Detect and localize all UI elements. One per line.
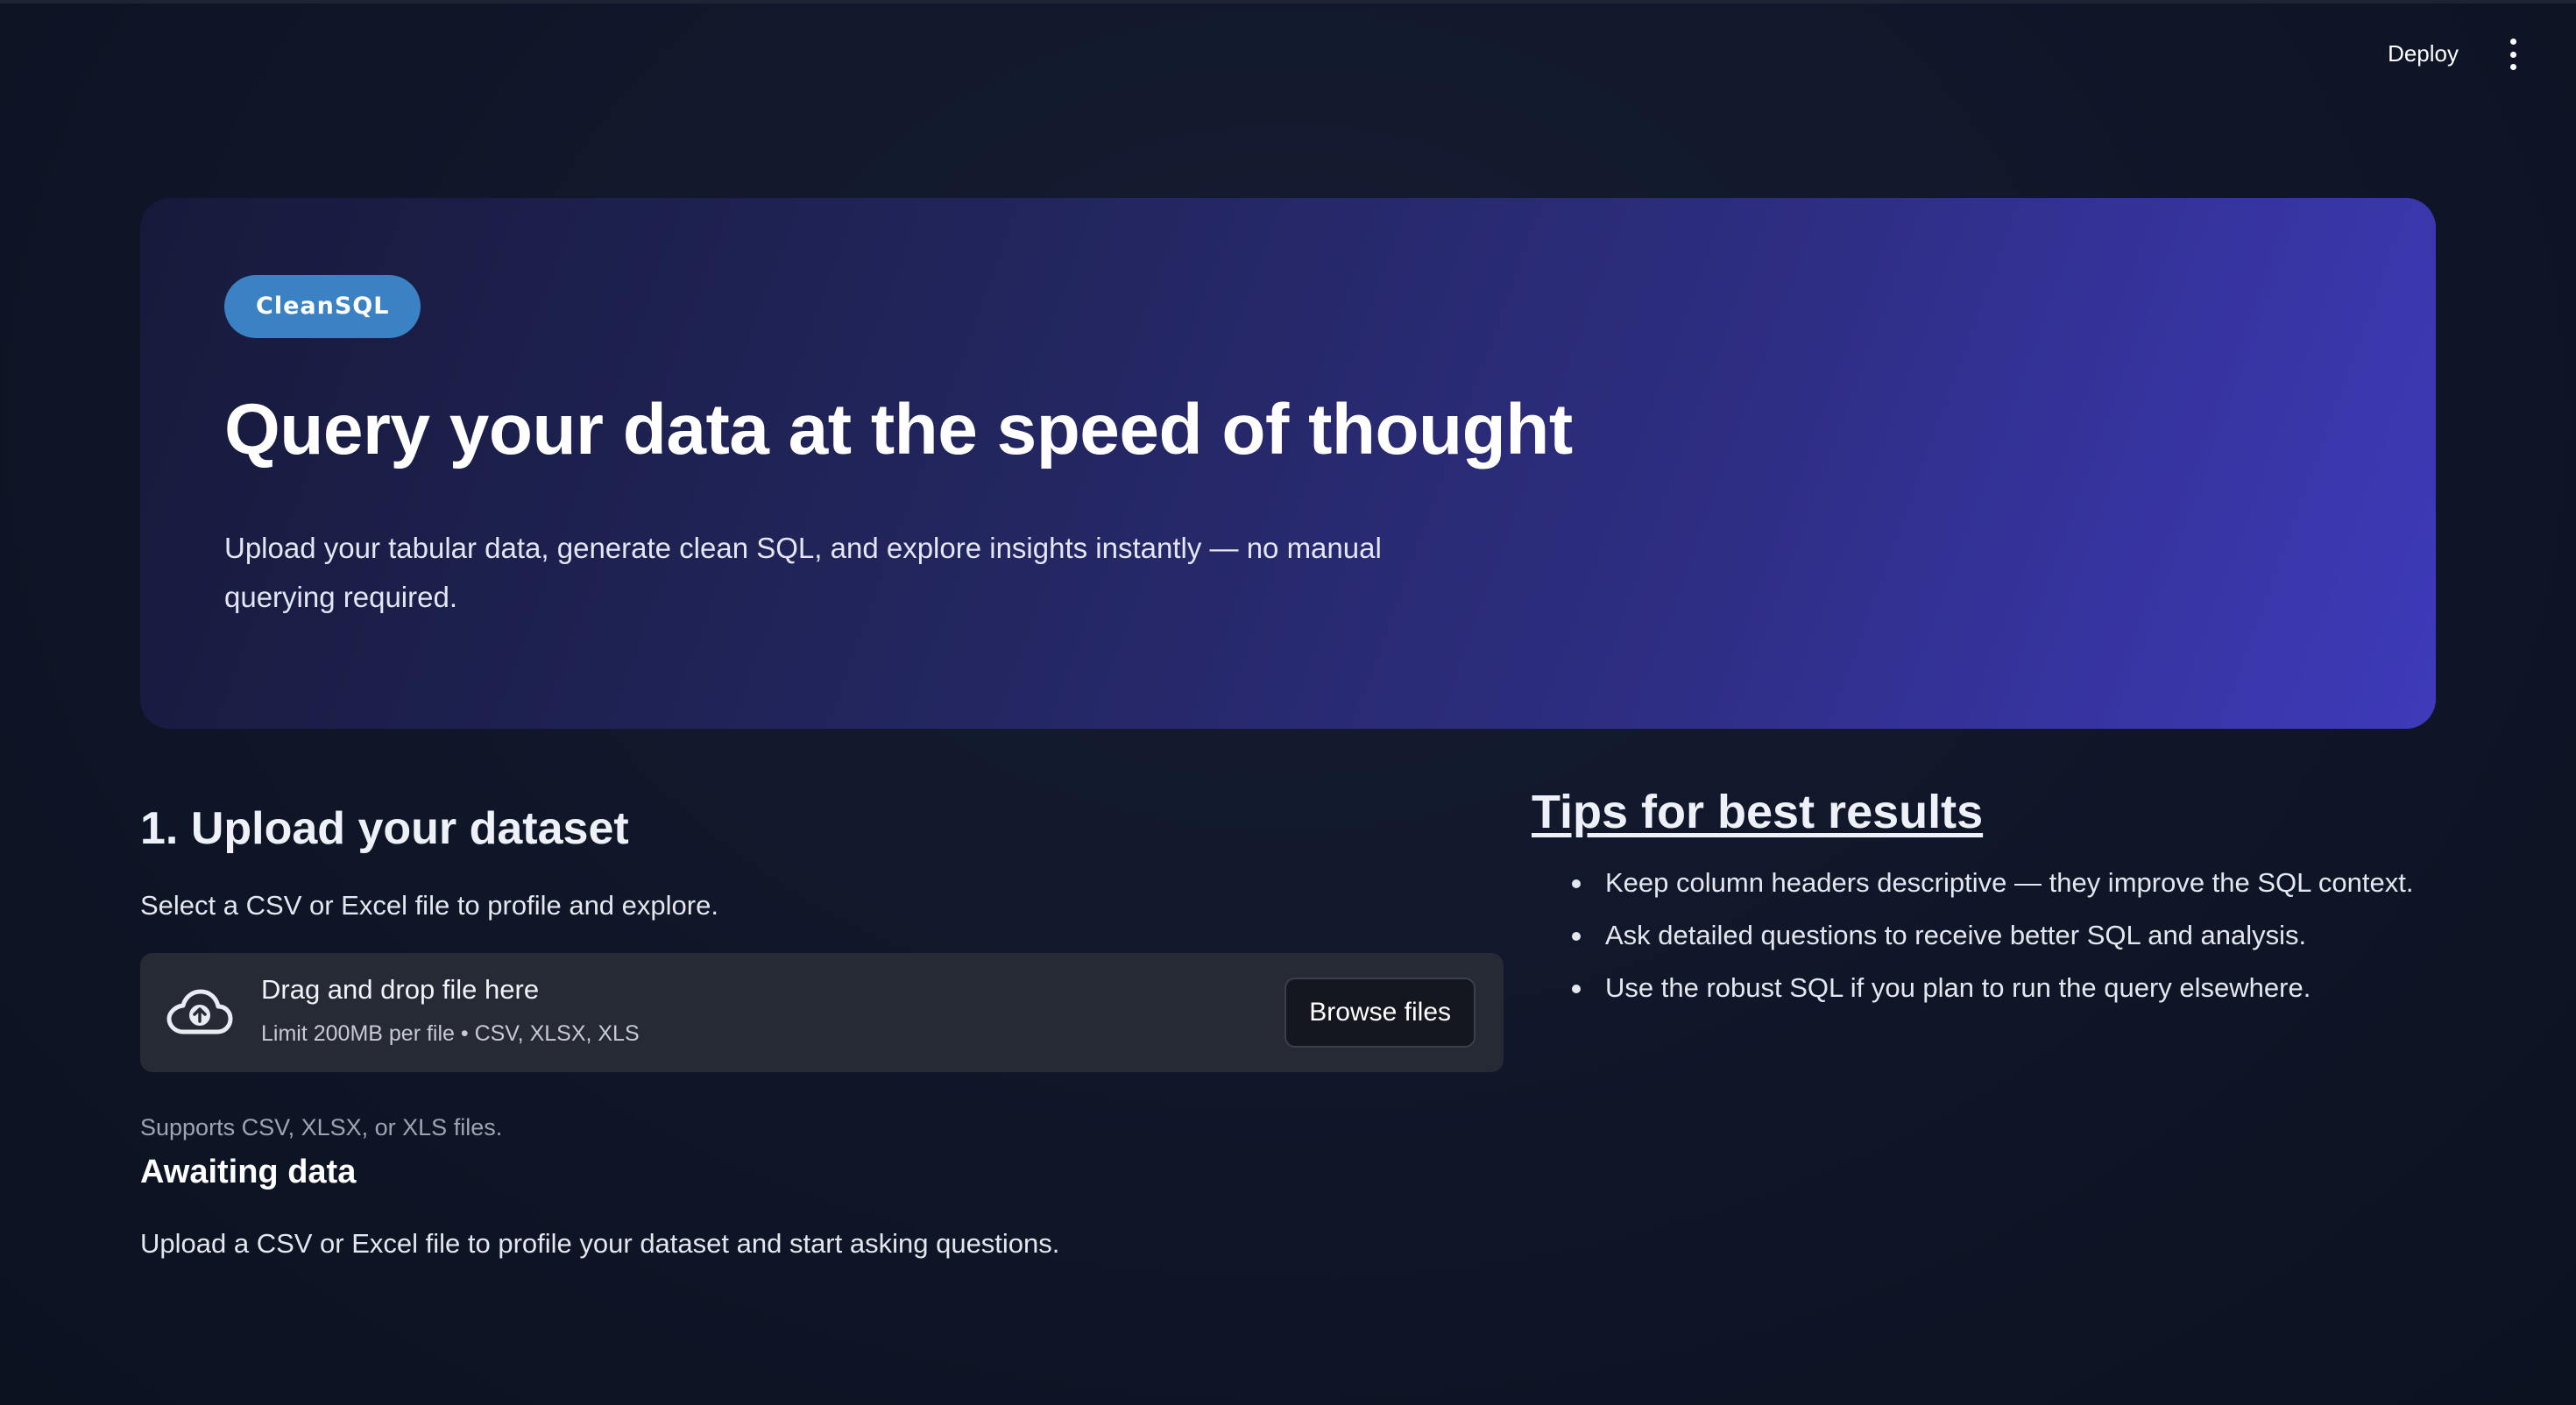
kebab-dot — [2509, 39, 2516, 45]
kebab-dot — [2509, 64, 2516, 70]
brand-badge: CleanSQL — [224, 275, 421, 338]
status-description: Upload a CSV or Excel file to profile yo… — [140, 1228, 1060, 1259]
tip-item: Ask detailed questions to receive better… — [1572, 909, 2460, 962]
deploy-button[interactable]: Deploy — [2379, 35, 2467, 73]
tips-title[interactable]: Tips for best results — [1532, 785, 2460, 839]
upload-description: Select a CSV or Excel file to profile an… — [140, 890, 718, 921]
tip-item: Keep column headers descriptive — they i… — [1572, 857, 2460, 909]
upload-section: 1. Upload your dataset Select a CSV or E… — [140, 802, 1504, 1260]
upload-title: 1. Upload your dataset — [140, 803, 629, 854]
browse-files-button[interactable]: Browse files — [1284, 978, 1476, 1048]
hero-banner: CleanSQL Query your data at the speed of… — [140, 198, 2436, 729]
dropzone-limit: Limit 200MB per file • CSV, XLSX, XLS — [261, 1021, 640, 1046]
top-bar — [0, 0, 2576, 4]
kebab-dot — [2509, 51, 2516, 58]
hero-subtitle: Upload your tabular data, generate clean… — [224, 532, 1382, 613]
status-title: Awaiting data — [140, 1154, 357, 1190]
tips-list: Keep column headers descriptive — they i… — [1532, 857, 2460, 1014]
upload-helper-text: Supports CSV, XLSX, or XLS files. — [140, 1114, 503, 1140]
tip-item: Use the robust SQL if you plan to run th… — [1572, 962, 2460, 1014]
tips-section: Tips for best results Keep column header… — [1532, 785, 2460, 1014]
hero-title: Query your data at the speed of thought — [224, 390, 1573, 470]
file-dropzone[interactable]: Drag and drop file here Limit 200MB per … — [140, 953, 1504, 1072]
kebab-menu-icon[interactable] — [2502, 39, 2523, 70]
dropzone-title: Drag and drop file here — [261, 974, 540, 1005]
cloud-upload-icon — [166, 989, 233, 1034]
